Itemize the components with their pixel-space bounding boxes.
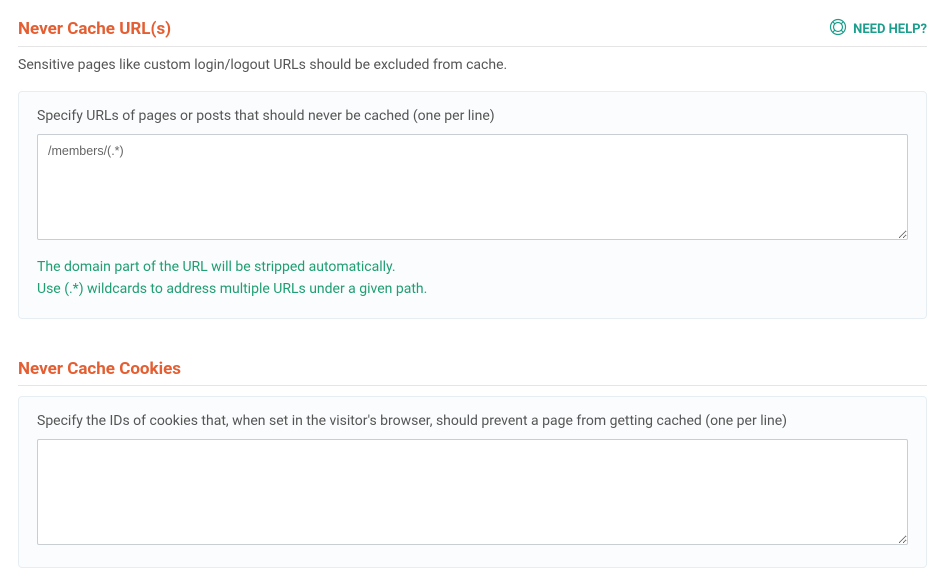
need-help-label: NEED HELP? — [853, 22, 927, 37]
panel-never-cache-cookies: Specify the IDs of cookies that, when se… — [18, 396, 927, 568]
hint-line-2: Use (.*) wildcards to address multiple U… — [37, 278, 908, 300]
panel-never-cache-urls: Specify URLs of pages or posts that shou… — [18, 91, 927, 319]
never-cache-urls-hint: The domain part of the URL will be strip… — [37, 256, 908, 301]
section-header: Never Cache Cookies — [18, 359, 927, 386]
never-cache-urls-textarea[interactable] — [37, 134, 908, 240]
hint-line-1: The domain part of the URL will be strip… — [37, 256, 908, 278]
never-cache-cookies-textarea[interactable] — [37, 439, 908, 545]
help-icon — [829, 18, 847, 40]
section-title-never-cache-urls: Never Cache URL(s) — [18, 19, 171, 39]
section-description-never-cache-urls: Sensitive pages like custom login/logout… — [18, 57, 927, 73]
section-never-cache-cookies: Never Cache Cookies Specify the IDs of c… — [18, 359, 927, 568]
section-header: Never Cache URL(s) NEED HELP? — [18, 18, 927, 47]
section-never-cache-urls: Never Cache URL(s) NEED HELP? Sensitive … — [18, 18, 927, 319]
need-help-link[interactable]: NEED HELP? — [829, 18, 927, 40]
section-title-never-cache-cookies: Never Cache Cookies — [18, 359, 181, 379]
field-label-never-cache-cookies: Specify the IDs of cookies that, when se… — [37, 413, 908, 429]
field-label-never-cache-urls: Specify URLs of pages or posts that shou… — [37, 108, 908, 124]
